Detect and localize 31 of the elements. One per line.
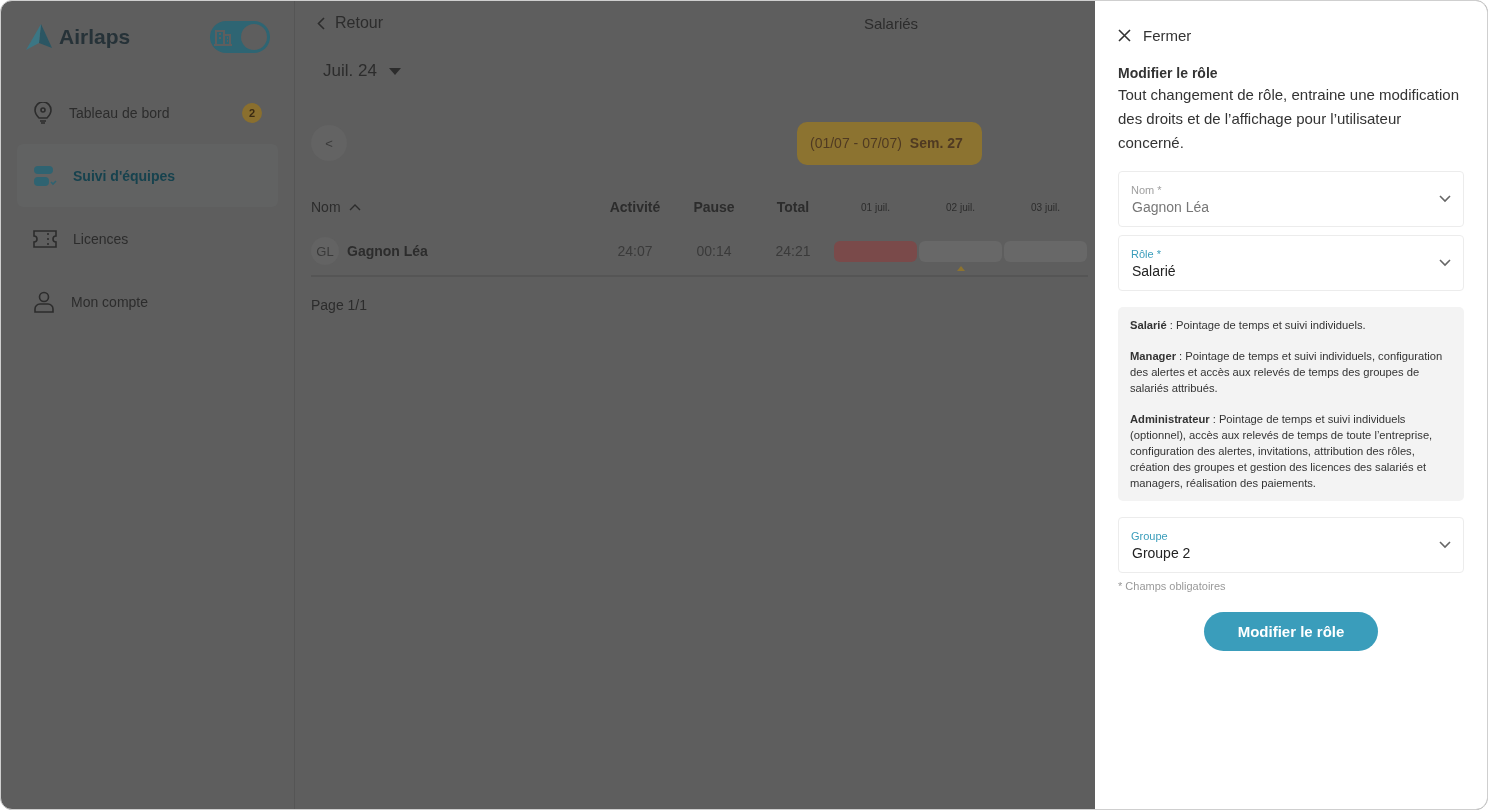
ticket-icon <box>33 229 57 248</box>
count-badge: 2 <box>242 102 262 123</box>
required-note: * Champs obligatoires <box>1118 580 1227 592</box>
select-field[interactable]: Groupe Groupe 2 <box>1118 517 1464 573</box>
marker-icon <box>956 266 965 271</box>
lightbulb-icon <box>33 101 53 124</box>
user-icon <box>33 290 55 313</box>
week-number: Sem. 27 <box>909 135 963 151</box>
building-icon <box>213 28 233 46</box>
role-description: Manager : Pointage de temps et suivi individuels, configuration des alertes et accès aux relevés de temps des groupes de salariés attribués. <box>1130 349 1444 396</box>
close-button[interactable]: Fermer <box>1118 23 1192 47</box>
logo-icon <box>25 23 53 51</box>
chevron-left-icon <box>317 16 325 30</box>
caret-down-icon <box>388 67 401 75</box>
drawer-description: Tout changement de rôle, entraine une modification des droits et de l’affichage pour l’utilisateur concerné. <box>1118 85 1461 153</box>
close-icon <box>1118 28 1131 42</box>
chevron-down-icon <box>1439 541 1451 549</box>
chevron-down-icon <box>1439 195 1451 203</box>
team-icon <box>33 164 57 187</box>
chevron-down-icon <box>1439 259 1451 267</box>
select-field[interactable]: Rôle * Salarié <box>1118 235 1464 291</box>
sort-up-icon <box>348 203 361 211</box>
logo-text: Airlaps <box>59 25 131 49</box>
drawer-title: Modifier le rôle <box>1118 65 1219 81</box>
previous-week-button[interactable]: < <box>311 125 347 161</box>
sidebar-item[interactable]: Suivi d'équipes <box>17 144 278 207</box>
submit-button[interactable]: Modifier le rôle <box>1204 612 1378 651</box>
week-range: (01/07 - 07/07) <box>810 135 902 151</box>
role-description: Salarié : Pointage de temps et suivi individuels. <box>1130 318 1367 333</box>
role-description: Administrateur : Pointage de temps et suivi individuels (optionnel), accès aux relevés de temps de toute l’entreprise, configuration des alertes, invitations, attribution des rôles, création des groupes et gestion des licences des salariés et managers, réalisation des paiements. <box>1130 412 1434 491</box>
view-toggle[interactable] <box>210 21 270 53</box>
